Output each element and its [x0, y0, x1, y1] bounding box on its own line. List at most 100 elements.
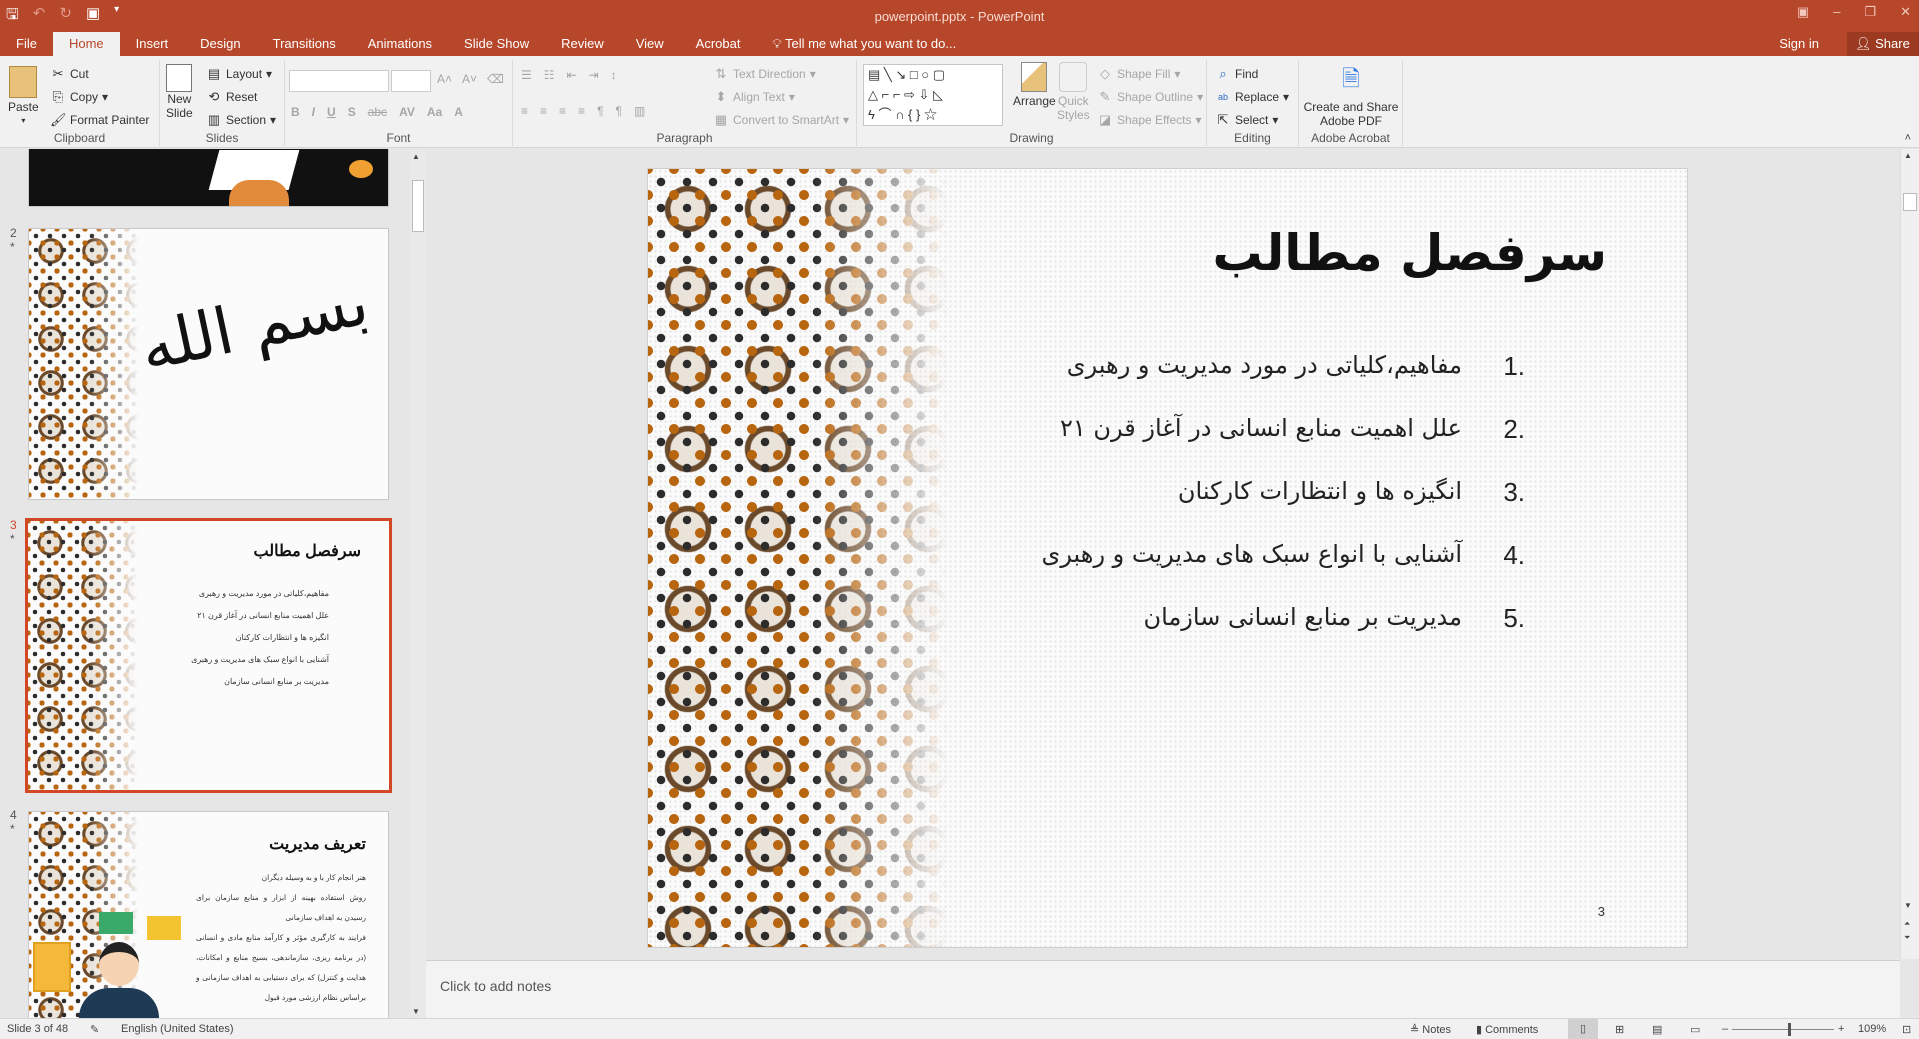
thumbnail-slide-3[interactable]: سرفصل مطالب مفاهیم،کلیاتی در مورد مدیریت… — [25, 518, 392, 793]
shape-outline-button[interactable]: ✎ Shape Outline ▾ — [1097, 89, 1204, 105]
next-slide-icon[interactable]: ⏷ — [1904, 933, 1910, 943]
thumbnail-slide-4[interactable]: تعریف مدیریت هنر انجام کار با و به وسیله… — [28, 811, 389, 1018]
rtl-icon[interactable]: ¶ — [616, 104, 622, 118]
collapse-ribbon-icon[interactable]: ˄ — [1905, 132, 1911, 144]
quick-styles-button[interactable]: Quick Styles — [1057, 62, 1090, 122]
line-spacing-icon[interactable]: ↕ — [611, 68, 617, 82]
justify-icon[interactable]: ≡ — [578, 104, 585, 118]
layout-button[interactable]: ▤ Layout ▾ — [206, 66, 272, 82]
zoom-out-icon[interactable]: – — [1722, 1023, 1728, 1035]
tab-slide-show[interactable]: Slide Show — [448, 32, 545, 56]
scroll-up-arrow-icon[interactable]: ▲ — [1904, 151, 1912, 160]
font-size-combo[interactable] — [391, 70, 431, 92]
thumbnail-slide-2[interactable]: بسم الله — [28, 228, 389, 500]
tab-design[interactable]: Design — [184, 32, 256, 56]
text-direction-button[interactable]: ⇅ Text Direction ▾ — [713, 66, 816, 82]
tab-review[interactable]: Review — [545, 32, 620, 56]
shape-fill-button[interactable]: ◇ Shape Fill ▾ — [1097, 66, 1180, 82]
tab-insert[interactable]: Insert — [120, 32, 185, 56]
tab-view[interactable]: View — [620, 32, 680, 56]
slide-show-view-icon[interactable]: ▭ — [1690, 1023, 1700, 1036]
current-slide[interactable]: سرفصل مطالب 1. مفاهیم،کلیاتی در مورد مدی… — [647, 168, 1688, 948]
select-button[interactable]: ⇱ Select ▾ — [1215, 112, 1279, 128]
tab-home[interactable]: Home — [52, 32, 120, 56]
notes-toggle[interactable]: ≜ Notes — [1410, 1023, 1451, 1036]
tab-acrobat[interactable]: Acrobat — [680, 32, 757, 56]
align-text-button[interactable]: ⬍ Align Text ▾ — [713, 89, 795, 105]
find-button[interactable]: ⌕ Find — [1215, 66, 1258, 82]
tab-file[interactable]: File — [0, 32, 53, 56]
notes-pane[interactable]: Click to add notes — [426, 960, 1900, 1018]
slide-scrollbar[interactable]: ▲ ▼ ⏶ ⏷ — [1900, 149, 1919, 959]
fit-to-window-icon[interactable]: ⊡ — [1902, 1023, 1911, 1036]
notes-placeholder[interactable]: Click to add notes — [440, 978, 551, 994]
spell-check-icon[interactable]: ✎ — [90, 1023, 99, 1036]
zoom-in-icon[interactable]: + — [1838, 1023, 1844, 1035]
tell-me-search[interactable]: 💡︎ Tell me what you want to do... — [756, 32, 972, 56]
section-button[interactable]: ▥ Section ▾ — [206, 112, 276, 128]
reading-view-icon[interactable]: ▤ — [1652, 1023, 1662, 1036]
change-case-icon[interactable]: Aa — [427, 105, 442, 119]
thumbnails-scrollbar[interactable]: ▲ ▼ — [410, 150, 426, 1018]
tab-transitions[interactable]: Transitions — [257, 32, 352, 56]
previous-slide-icon[interactable]: ⏶ — [1904, 919, 1910, 929]
scroll-up-arrow-icon[interactable]: ▲ — [412, 152, 420, 161]
scroll-down-arrow-icon[interactable]: ▼ — [412, 1007, 420, 1016]
new-slide-button[interactable]: New Slide — [166, 64, 193, 120]
ltr-icon[interactable]: ¶ — [597, 104, 603, 118]
format-painter-button[interactable]: 🖌︎ Format Painter — [50, 112, 149, 128]
clear-formatting-icon[interactable]: ⌫ — [487, 72, 504, 86]
slide-list-item[interactable]: آشنایی با انواع سبک های مدیریت و رهبری — [1042, 540, 1462, 568]
create-share-pdf-button[interactable]: 🗎︎ Create and Share Adobe PDF — [1304, 62, 1399, 128]
bold-icon[interactable]: B — [291, 105, 300, 119]
slide-title[interactable]: سرفصل مطالب — [1213, 224, 1607, 282]
slide-list-item[interactable]: علل اهمیت منابع انسانی در آغاز قرن ۲۱ — [1060, 414, 1462, 442]
copy-button[interactable]: ⎘ Copy ▾ — [50, 89, 108, 105]
character-spacing-icon[interactable]: AV — [399, 105, 415, 119]
normal-view-icon[interactable]: ▯ — [1568, 1019, 1598, 1039]
numbering-icon[interactable]: ☷ — [544, 68, 555, 82]
slide-list-item[interactable]: انگیزه ها و انتظارات کارکنان — [1178, 477, 1462, 505]
underline-icon[interactable]: U — [327, 105, 336, 119]
minimize-icon[interactable]: – — [1833, 4, 1840, 20]
bullets-icon[interactable]: ☰ — [521, 68, 532, 82]
sign-in-link[interactable]: Sign in — [1779, 36, 1819, 51]
decrease-indent-icon[interactable]: ⇤ — [567, 68, 577, 82]
align-center-icon[interactable]: ≡ — [540, 104, 547, 118]
paste-button[interactable]: Paste ▾ — [8, 66, 39, 125]
thumbnail-slide-1[interactable] — [28, 149, 389, 207]
comments-toggle[interactable]: ▮ Comments — [1476, 1023, 1538, 1036]
share-button[interactable]: 👤︎ Share — [1847, 32, 1919, 56]
convert-smartart-button[interactable]: ▦ Convert to SmartArt ▾ — [713, 112, 849, 128]
slide-list-item[interactable]: مدیریت بر منابع انسانی سازمان — [1144, 603, 1462, 631]
slide-list-item[interactable]: مفاهیم،کلیاتی در مورد مدیریت و رهبری — [1067, 351, 1462, 379]
close-icon[interactable]: ✕ — [1900, 4, 1911, 20]
zoom-slider-thumb[interactable] — [1788, 1023, 1792, 1036]
restore-icon[interactable]: ❐ — [1864, 4, 1876, 20]
strikethrough-icon[interactable]: abc — [368, 105, 387, 119]
increase-indent-icon[interactable]: ⇥ — [589, 68, 599, 82]
increase-font-icon[interactable]: A˄ — [437, 72, 452, 86]
align-left-icon[interactable]: ≡ — [521, 104, 528, 118]
reset-button[interactable]: ⟲ Reset — [206, 89, 258, 105]
shape-effects-button[interactable]: ◪ Shape Effects ▾ — [1097, 112, 1202, 128]
scrollbar-thumb[interactable] — [1903, 193, 1917, 211]
decrease-font-icon[interactable]: A˅ — [462, 72, 477, 86]
language-status[interactable]: English (United States) — [121, 1023, 234, 1035]
replace-button[interactable]: ab Replace ▾ — [1215, 89, 1289, 105]
font-name-combo[interactable] — [289, 70, 389, 92]
tab-animations[interactable]: Animations — [352, 32, 448, 56]
align-right-icon[interactable]: ≡ — [559, 104, 566, 118]
zoom-level[interactable]: 109% — [1858, 1023, 1886, 1035]
zoom-slider[interactable] — [1732, 1023, 1834, 1036]
ribbon-display-options-icon[interactable]: ▣ — [1797, 4, 1809, 20]
font-color-icon[interactable]: A — [454, 105, 463, 119]
shapes-gallery[interactable]: ▤ ╲ ↘ □ ○ ▢ △ ⌐ ⌐ ⇨ ⇩ ◺ ϟ ⌒ ∩ { } ☆ — [863, 64, 1003, 126]
shadow-icon[interactable]: S — [348, 105, 356, 119]
cut-button[interactable]: ✂ Cut — [50, 66, 89, 82]
slide-sorter-view-icon[interactable]: ⊞ — [1615, 1023, 1624, 1036]
scrollbar-thumb[interactable] — [412, 180, 424, 232]
scroll-down-arrow-icon[interactable]: ▼ — [1904, 901, 1912, 910]
italic-icon[interactable]: I — [312, 105, 315, 119]
columns-icon[interactable]: ▥ — [634, 104, 645, 118]
